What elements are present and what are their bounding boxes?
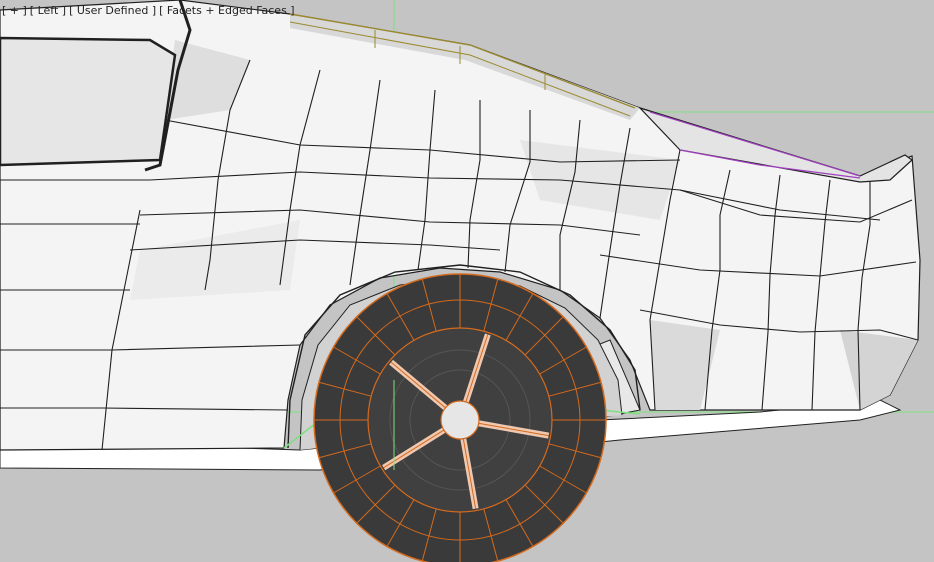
viewport-label: [ + ][ Left ][ User Defined ][ Facets + … (2, 4, 295, 17)
viewport-plus-menu[interactable]: [ + ] (2, 4, 27, 17)
viewport-shading-menu[interactable]: [ User Defined ] (69, 4, 156, 17)
viewport-left[interactable]: [ + ][ Left ][ User Defined ][ Facets + … (0, 0, 934, 562)
viewport-scene[interactable] (0, 0, 934, 562)
viewport-view-menu[interactable]: [ Left ] (30, 4, 66, 17)
wheel-hub (440, 400, 480, 440)
window-glass (0, 36, 177, 167)
rear-wheel[interactable] (313, 273, 607, 562)
viewport-display-menu[interactable]: [ Facets + Edged Faces ] (159, 4, 294, 17)
